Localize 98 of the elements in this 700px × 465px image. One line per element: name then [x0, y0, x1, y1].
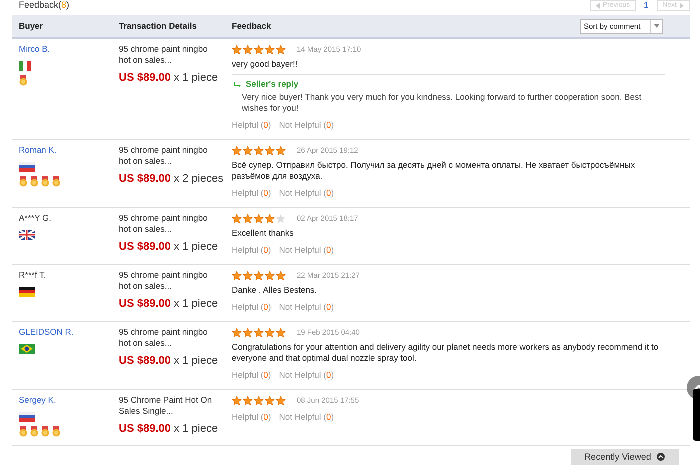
not-helpful-link[interactable]: Not Helpful (0) — [279, 188, 334, 199]
filled-star-icon — [276, 270, 287, 280]
filled-star-icon — [265, 396, 276, 406]
filled-star-icon — [276, 44, 287, 54]
filled-star-icon — [243, 44, 254, 54]
not-helpful-link[interactable]: Not Helpful (0) — [279, 302, 334, 313]
buyer-name: R***f T. — [19, 270, 46, 281]
filled-star-icon — [243, 214, 254, 224]
filled-star-icon — [265, 44, 276, 54]
medal-icon — [30, 176, 39, 187]
right-arrow-icon — [680, 2, 684, 8]
price: US $89.00 — [119, 173, 171, 185]
quantity: x 1 piece — [174, 72, 218, 84]
medal-icon — [19, 75, 28, 86]
filled-star-icon — [254, 44, 265, 54]
russia-flag-icon — [19, 412, 35, 422]
filled-star-icon — [254, 328, 265, 338]
product-title: 95 chrome paint ningbo hot on sales... — [119, 327, 209, 349]
not-helpful-link[interactable]: Not Helpful (0) — [279, 245, 334, 256]
filled-star-icon — [243, 270, 254, 280]
quantity: x 1 piece — [174, 423, 218, 435]
filled-star-icon — [232, 396, 243, 406]
helpful-link[interactable]: Helpful (0) — [232, 120, 272, 131]
filled-star-icon — [254, 146, 265, 156]
buyer-name: A***Y G. — [19, 213, 52, 224]
quantity: x 1 piece — [174, 355, 218, 367]
medal-icon — [41, 426, 50, 437]
helpful-link[interactable]: Helpful (0) — [232, 370, 272, 381]
review-comment: Congratulations for your attention and delivery agility our planet needs more workers as anybody recommend it to everyone and that optimal dual nozzle spray tool. — [232, 342, 660, 364]
price: US $89.00 — [119, 355, 171, 367]
not-helpful-link[interactable]: Not Helpful (0) — [279, 412, 334, 423]
quantity: x 1 piece — [174, 241, 218, 253]
medal-icon — [41, 176, 50, 187]
review-comment: Excellent thanks — [232, 228, 295, 239]
filled-star-icon — [254, 214, 265, 224]
filled-star-icon — [265, 214, 276, 224]
reply-title: Seller's reply — [246, 79, 299, 90]
seller-reply-text: Very nice buyer! Thank you very much for you kindness. Looking forward to further cooperation soon. Best wishes for you! — [241, 92, 643, 114]
not-helpful-link[interactable]: Not Helpful (0) — [279, 120, 334, 131]
filled-star-icon — [276, 146, 287, 156]
filled-star-icon — [243, 328, 254, 338]
filled-star-icon — [265, 270, 276, 280]
filled-star-icon — [276, 328, 287, 338]
product-title: 95 chrome paint ningbo hot on sales... — [119, 270, 209, 292]
filled-star-icon — [232, 44, 243, 54]
helpful-link[interactable]: Helpful (0) — [232, 302, 272, 313]
price: US $89.00 — [119, 423, 171, 435]
product-title: 95 chrome paint ningbo hot on sales... — [119, 213, 209, 235]
column-header: Transaction Details — [119, 20, 198, 32]
medal-icon — [52, 426, 61, 437]
review-comment: Всё супер. Отправил быстро. Получил за десять дней с момента оплаты. Не хватает быстросъёмных разъёмов для воздуха. — [232, 160, 636, 182]
reply-arrow-icon — [234, 82, 241, 88]
uk-flag-icon — [19, 230, 35, 240]
medal-icon — [30, 426, 39, 437]
filled-star-icon — [254, 396, 265, 406]
quantity: x 1 piece — [174, 298, 218, 310]
column-header: Feedback — [232, 20, 272, 32]
price: US $89.00 — [119, 241, 171, 253]
helpful-link[interactable]: Helpful (0) — [232, 412, 272, 423]
product-title: 95 chrome paint ningbo hot on sales... — [119, 44, 209, 66]
product-title: 95 Chrome Paint Hot On Sales Single... — [119, 395, 214, 417]
buyer-link[interactable]: GLEIDSON R. — [19, 327, 74, 338]
italy-flag-icon — [19, 61, 31, 71]
medal-icon — [52, 176, 61, 187]
filled-star-icon — [232, 328, 243, 338]
medal-icon — [19, 426, 28, 437]
not-helpful-link[interactable]: Not Helpful (0) — [279, 370, 334, 381]
buyer-link[interactable]: Sergey K. — [19, 395, 56, 406]
medal-icon — [19, 176, 28, 187]
up-circle-icon — [657, 453, 666, 461]
filled-star-icon — [232, 214, 243, 224]
price: US $89.00 — [119, 298, 171, 310]
product-title: 95 chrome paint ningbo hot on sales... — [119, 145, 209, 167]
filled-star-icon — [232, 146, 243, 156]
caret-icon — [654, 24, 660, 28]
review-comment: very good bayer!! — [232, 59, 299, 70]
quantity: x 2 pieces — [174, 173, 224, 185]
brazil-flag-icon — [19, 344, 35, 354]
review-comment: Danke . Alles Bestens. — [232, 285, 318, 296]
filled-star-icon — [243, 396, 254, 406]
left-arrow-icon — [596, 2, 600, 8]
filled-star-icon — [276, 396, 287, 406]
helpful-link[interactable]: Helpful (0) — [232, 188, 272, 199]
page-link[interactable]: 1 — [640, 0, 653, 11]
filled-star-icon — [254, 270, 265, 280]
section-title: Feedback(8) — [19, 0, 70, 11]
filled-star-icon — [265, 146, 276, 156]
price: US $89.00 — [119, 72, 171, 84]
filled-star-icon — [232, 270, 243, 280]
buyer-link[interactable]: Mirco B. — [19, 44, 50, 55]
buyer-link[interactable]: Roman K. — [19, 145, 57, 156]
filled-star-icon — [265, 328, 276, 338]
russia-flag-icon — [19, 162, 35, 172]
helpful-link[interactable]: Helpful (0) — [232, 245, 272, 256]
recently-viewed-button[interactable]: Recently Viewed — [571, 449, 679, 465]
filled-star-icon — [243, 146, 254, 156]
column-header: Buyer — [18, 20, 44, 32]
germany-flag-icon — [19, 287, 35, 297]
